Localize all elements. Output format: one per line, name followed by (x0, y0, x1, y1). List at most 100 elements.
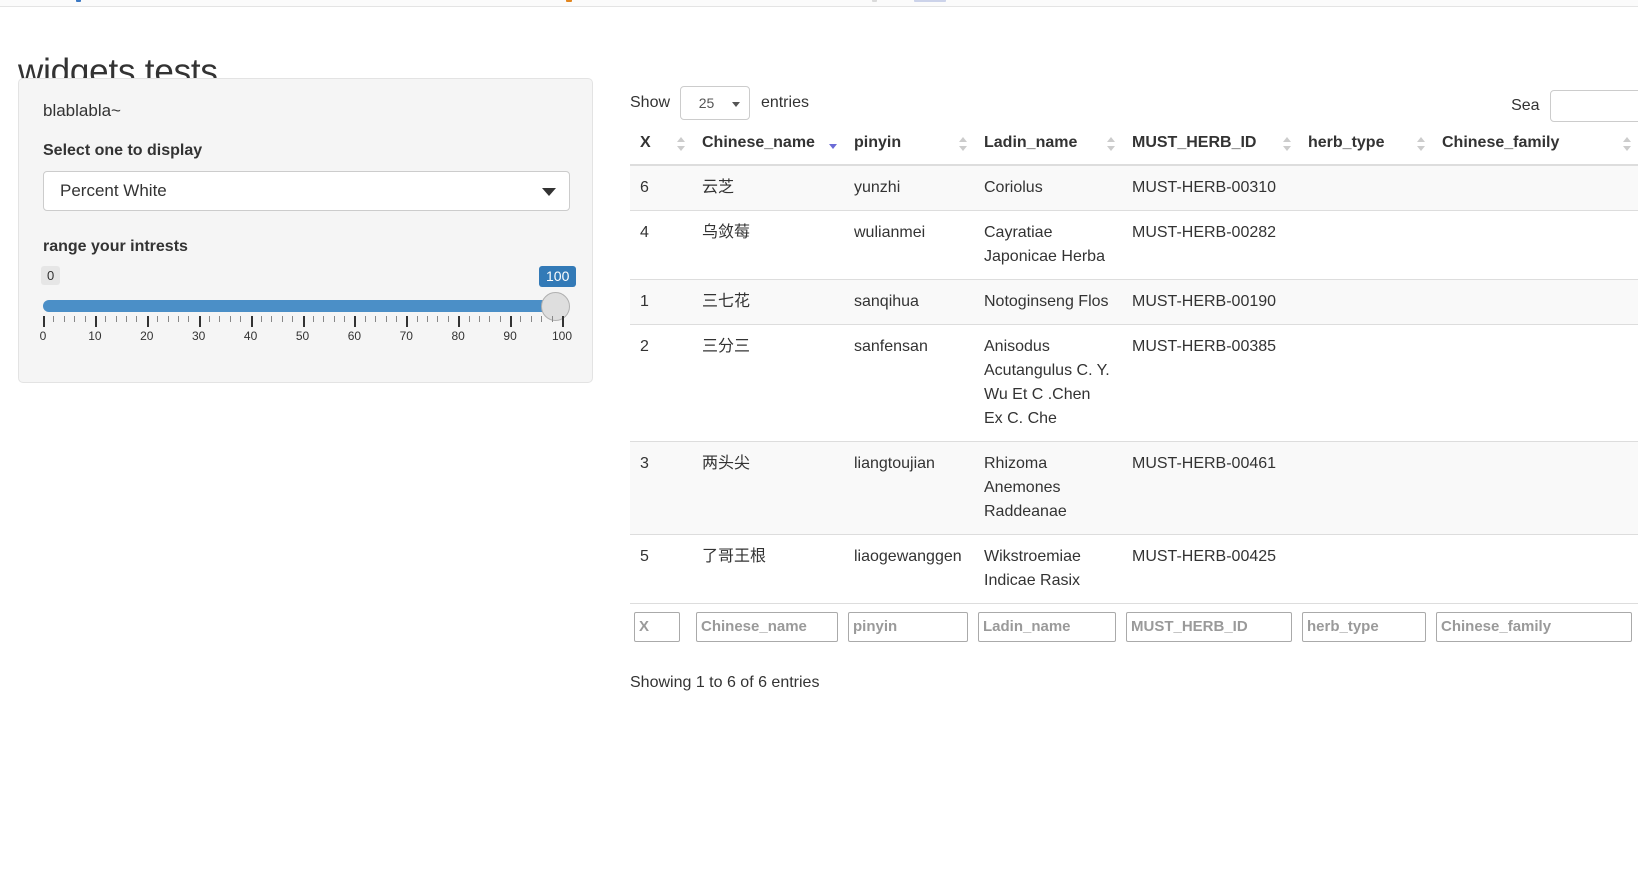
app-page: widgets tests blablabla~ Select one to d… (0, 8, 1638, 882)
cell-chinese_family (1432, 164, 1638, 211)
column-header-must_herb_id[interactable]: MUST_HERB_ID (1122, 124, 1298, 166)
sort-ascending-icon (829, 137, 838, 151)
slider-tick (489, 315, 491, 322)
slider-tick (312, 315, 314, 322)
slider-tick (84, 315, 86, 322)
slider-tick (302, 315, 305, 327)
slider-tick (74, 315, 76, 322)
slider-label: range your intrests (43, 237, 188, 255)
cell-chinese_family (1432, 441, 1638, 535)
slider-tick (447, 315, 449, 322)
slider-tick (375, 315, 377, 322)
cell-herb_type (1298, 210, 1432, 280)
widget-panel: blablabla~ Select one to display Percent… (18, 78, 593, 383)
slider-tick (520, 315, 522, 322)
table-row[interactable]: 6 云芝 yunzhi Coriolus MUST-HERB-00310 (630, 164, 1638, 211)
column-header-chinese_family[interactable]: Chinese_family (1432, 124, 1638, 166)
table-row[interactable]: 1 三七花 sanqihua Notoginseng Flos MUST-HERB-00… (630, 279, 1638, 325)
sort-neutral-icon (1417, 137, 1426, 151)
slider-tick (395, 315, 397, 322)
filter-input-herb_type[interactable]: herb_type (1302, 612, 1426, 642)
slider-tick (43, 315, 45, 327)
column-header-label: pinyin (854, 134, 902, 151)
cell-chinese_family (1432, 534, 1638, 604)
filter-input-ladin_name[interactable]: Ladin_name (978, 612, 1116, 642)
slider-rail[interactable] (43, 299, 562, 312)
slider-tick (499, 315, 501, 322)
cell-must_herb_id: MUST-HERB-00425 (1122, 534, 1298, 604)
display-select-value[interactable]: Percent White (43, 170, 570, 211)
page-length-control: Show 25 entries (630, 86, 809, 120)
range-slider[interactable]: 0 100 0 10 20 30 40 50 60 70 80 90 100 (39, 265, 577, 358)
column-header-pinyin[interactable]: pinyin (844, 124, 974, 166)
datatable-toolbar: Show 25 entries Sea (630, 78, 1638, 124)
toolbar-icon-lavender (914, 0, 946, 2)
sort-neutral-icon (1623, 137, 1632, 151)
table-header: X Chinese_name pinyin Ladin_name MUST_HERB_I… (630, 124, 1638, 166)
filter-input-must_herb_id[interactable]: MUST_HERB_ID (1126, 612, 1292, 642)
table-row[interactable]: 3 两头尖 liangtoujian Rhizoma Anemones Raddean… (630, 441, 1638, 535)
cell-x: 6 (630, 164, 692, 211)
display-select[interactable]: Percent White (43, 170, 570, 211)
datatable-region: Show 25 entries Sea X Chinese_name pinyi… (630, 78, 1638, 878)
cell-chinese_family (1432, 279, 1638, 325)
table-row[interactable]: 2 三分三 sanfensan Anisodus Acutangulus C. Y. … (630, 324, 1638, 442)
slider-tick (416, 315, 418, 322)
slider-tick (136, 315, 138, 322)
filter-cell-x: X (630, 603, 692, 650)
filter-input-chinese_family[interactable]: Chinese_family (1436, 612, 1632, 642)
slider-tick-label: 70 (399, 328, 413, 343)
filter-cell-must_herb_id: MUST_HERB_ID (1122, 603, 1298, 650)
sort-neutral-icon (1283, 137, 1292, 151)
cell-chinese_name: 乌敛莓 (692, 210, 844, 280)
column-header-x[interactable]: X (630, 124, 692, 166)
slider-tick (63, 315, 65, 322)
slider-tick (458, 315, 461, 327)
slider-tick (126, 315, 128, 322)
slider-tick (115, 315, 117, 322)
column-header-label: Chinese_family (1442, 134, 1560, 151)
filter-input-chinese_name[interactable]: Chinese_name (696, 612, 838, 642)
slider-tick (281, 315, 283, 322)
table-row[interactable]: 4 乌敛莓 wulianmei Cayratiae Japonicae Herba MU… (630, 210, 1638, 280)
toolbar-icon-gray (872, 0, 877, 2)
search-input[interactable] (1550, 90, 1638, 122)
column-header-chinese_name[interactable]: Chinese_name (692, 124, 844, 166)
table-row[interactable]: 5 了哥王根 liaogewanggen Wikstroemiae Indicae R… (630, 534, 1638, 604)
slider-tick (292, 315, 294, 322)
column-header-label: MUST_HERB_ID (1132, 134, 1257, 151)
slider-ticks (43, 315, 564, 328)
entries-label: entries (760, 94, 809, 112)
filter-cell-pinyin: pinyin (844, 603, 974, 650)
sort-neutral-icon (1107, 137, 1116, 151)
slider-tick (530, 315, 532, 322)
cell-x: 1 (630, 279, 692, 325)
column-header-label: Ladin_name (984, 134, 1078, 151)
cell-chinese_name: 三分三 (692, 324, 844, 442)
filter-input-pinyin[interactable]: pinyin (848, 612, 968, 642)
slider-tick (333, 315, 335, 322)
column-header-herb_type[interactable]: herb_type (1298, 124, 1432, 166)
filter-input-x[interactable]: X (634, 612, 680, 642)
slider-tick-labels: 0 10 20 30 40 50 60 70 80 90 100 (39, 328, 572, 345)
filter-cell-herb_type: herb_type (1298, 603, 1432, 650)
slider-tick (468, 315, 470, 322)
slider-tick-label: 50 (295, 328, 310, 343)
slider-tick (354, 315, 357, 327)
cell-herb_type (1298, 164, 1432, 211)
cell-ladin_name: Coriolus (974, 164, 1122, 211)
slider-tick (344, 315, 346, 322)
column-header-ladin_name[interactable]: Ladin_name (974, 124, 1122, 166)
cell-ladin_name: Notoginseng Flos (974, 279, 1122, 325)
filter-cell-ladin_name: Ladin_name (974, 603, 1122, 650)
cell-must_herb_id: MUST-HERB-00461 (1122, 441, 1298, 535)
cell-must_herb_id: MUST-HERB-00282 (1122, 210, 1298, 280)
page-length-select[interactable]: 25 (680, 86, 751, 120)
slider-tick-label: 40 (243, 328, 258, 343)
slider-tick (562, 315, 564, 327)
slider-tick (219, 315, 221, 322)
slider-tick-label: 0 (39, 328, 47, 343)
select-label: Select one to display (43, 142, 203, 160)
slider-tick (478, 315, 480, 322)
slider-tick (229, 315, 231, 322)
